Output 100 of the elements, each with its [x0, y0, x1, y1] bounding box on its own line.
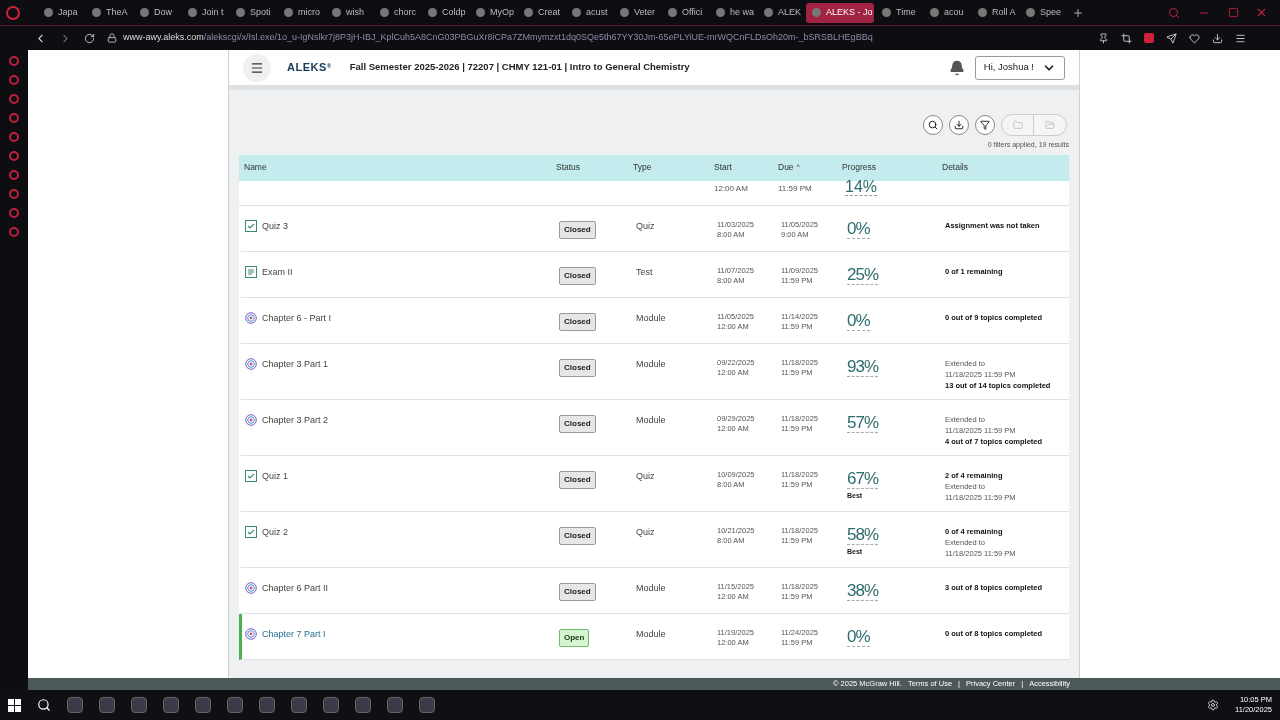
column-heading[interactable]: Progress: [842, 161, 876, 174]
menu-icon[interactable]: [1235, 32, 1246, 44]
browser-tab[interactable]: acou: [924, 2, 970, 23]
taskbar-app-icon[interactable]: [99, 697, 115, 713]
tab-title: acou: [944, 5, 964, 19]
browser-tab[interactable]: MyOp: [470, 2, 516, 23]
status-badge: Closed: [559, 312, 596, 331]
pin-icon[interactable]: [1098, 32, 1109, 44]
tab-title: Japa: [58, 5, 78, 19]
browser-tab[interactable]: TheA: [86, 2, 132, 23]
tab-title: MyOp: [490, 5, 514, 19]
status-badge: Closed: [559, 526, 596, 545]
column-heading[interactable]: Name: [239, 161, 267, 174]
address-field[interactable]: www-awy.aleks.com/alekscgi/x/Isl.exe/1o_u-IgNslkr7j8P3jH-IBJ_KplCuh5A8CnG03PBGuXr8iCPa7ZMmymzxt1dq0SQe5th67YY30Jm-65ePLYiUE-mrWQCnFLDsOh20m-_bSRSBLHEgBBq: [107, 31, 1086, 45]
browser-tab[interactable]: he wa: [710, 2, 756, 23]
bell-icon[interactable]: [948, 59, 965, 76]
browser-tab[interactable]: Spee: [1020, 2, 1066, 23]
column-heading[interactable]: Status: [556, 161, 581, 174]
browser-tab[interactable]: micro: [278, 2, 324, 23]
download-icon[interactable]: [1212, 32, 1223, 44]
browser-tab[interactable]: wish: [326, 2, 372, 23]
browser-tab[interactable]: acust: [566, 2, 612, 23]
url-text: www-awy.aleks.com/alekscgi/x/Isl.exe/1o_u-IgNslkr7j8P3jH-IBJ_KplCuh5A8CnG03PBGuXr8iCPa7ZMmymzxt1dq0SQe5th67YY30Jm-65ePLYiUE-mrWQCnFLDsOh20m-_bSRSBLHEgBBq: [123, 31, 873, 45]
taskbar-app-icon[interactable]: [67, 697, 83, 713]
browser-tab[interactable]: Japa: [38, 2, 84, 23]
tab-title: Coldp: [442, 5, 466, 19]
type-label: Quiz: [636, 525, 655, 538]
type-label: Module: [636, 581, 666, 594]
assignment-name[interactable]: Quiz 3: [262, 219, 288, 232]
browser-tab[interactable]: Spoti: [230, 2, 276, 23]
progress-value: 67%: [847, 469, 879, 489]
taskbar-app-icon[interactable]: [387, 697, 403, 713]
user-menu-button[interactable]: Hi, Joshua !: [974, 55, 1065, 80]
column-heading[interactable]: Start: [714, 161, 732, 174]
progress-value: 25%: [847, 265, 879, 285]
column-heading[interactable]: Type: [633, 161, 652, 174]
taskbar-app-icon[interactable]: [323, 697, 339, 713]
favicon-icon: [188, 8, 197, 17]
snapshot-icon[interactable]: [1121, 32, 1132, 44]
browser-logo-icon[interactable]: [6, 5, 20, 20]
type-label: Test: [636, 265, 653, 278]
favicon-icon: [332, 8, 341, 17]
progress-value: 14%: [845, 178, 878, 196]
taskbar-app-icon[interactable]: [131, 697, 147, 713]
browser-tab[interactable]: ALEK: [758, 2, 804, 23]
tab-title: Creat: [538, 5, 560, 19]
favicon-icon: [428, 8, 437, 17]
favicon-icon: [284, 8, 293, 17]
favicon-icon: [476, 8, 485, 17]
favicon-icon: [1026, 8, 1035, 17]
taskbar-app-icon[interactable]: [227, 697, 243, 713]
browser-tab[interactable]: Dow: [134, 2, 180, 23]
taskbar-app-icon[interactable]: [163, 697, 179, 713]
start-time: 12:00 AM: [714, 182, 748, 195]
tab-title: TheA: [106, 5, 128, 19]
send-icon[interactable]: [1166, 32, 1177, 44]
browser-tab[interactable]: ALEKS - Jo: [806, 2, 874, 23]
assignment-name[interactable]: Chapter 7 Part I: [262, 627, 326, 640]
taskbar-app-icon[interactable]: [291, 697, 307, 713]
assignment-name[interactable]: Exam II: [262, 265, 293, 278]
target-icon: [245, 311, 257, 324]
column-heading[interactable]: Details: [942, 161, 968, 174]
start-icon[interactable]: [8, 698, 21, 712]
favicon-icon: [572, 8, 581, 17]
browser-tab[interactable]: Creat: [518, 2, 564, 23]
browser-tab[interactable]: Roll A: [972, 2, 1018, 23]
menu-button[interactable]: [243, 53, 271, 82]
search-icon[interactable]: [37, 698, 51, 712]
taskbar-app-icon[interactable]: [195, 697, 211, 713]
taskbar-app-icon[interactable]: [355, 697, 371, 713]
tab-title: chorc: [394, 5, 416, 19]
browser-tab[interactable]: Offici: [662, 2, 708, 23]
assignment-name[interactable]: Chapter 6 - Part I: [262, 311, 332, 324]
browser-tab[interactable]: Join t: [182, 2, 228, 23]
shield-icon[interactable]: [1144, 33, 1154, 43]
filter-icon: [980, 120, 990, 130]
assignment-name[interactable]: Chapter 3 Part 2: [262, 413, 329, 426]
filter-button[interactable]: [975, 115, 995, 135]
taskbar-app-icon[interactable]: [419, 697, 435, 713]
browser-tab[interactable]: Coldp: [422, 2, 468, 23]
taskbar-app-icon[interactable]: [259, 697, 275, 713]
search-button[interactable]: [923, 115, 943, 135]
reload-icon[interactable]: [84, 32, 95, 44]
browser-tab[interactable]: Time: [876, 2, 922, 23]
assignment-name[interactable]: Quiz 1: [262, 469, 288, 482]
download-button[interactable]: [949, 115, 969, 135]
assignment-name[interactable]: Chapter 6 Part II: [262, 581, 329, 594]
new-tab-icon[interactable]: [1072, 6, 1084, 19]
tray-icon[interactable]: [1207, 699, 1219, 711]
maximize-icon[interactable]: [1228, 7, 1239, 18]
browser-tab[interactable]: chorc: [374, 2, 420, 23]
close-icon[interactable]: [1255, 6, 1268, 19]
course-title: Fall Semester 2025-2026 | 72207 | CHMY 121-01 | Intro to General Chemistry: [349, 60, 690, 75]
assignment-name[interactable]: Quiz 2: [262, 525, 288, 538]
type-label: Module: [636, 357, 666, 370]
favicon-icon: [140, 8, 149, 17]
heart-icon[interactable]: [1189, 32, 1200, 44]
target-icon: [245, 413, 257, 426]
assignment-name[interactable]: Chapter 3 Part 1: [262, 357, 329, 370]
browser-tab[interactable]: Veter: [614, 2, 660, 23]
